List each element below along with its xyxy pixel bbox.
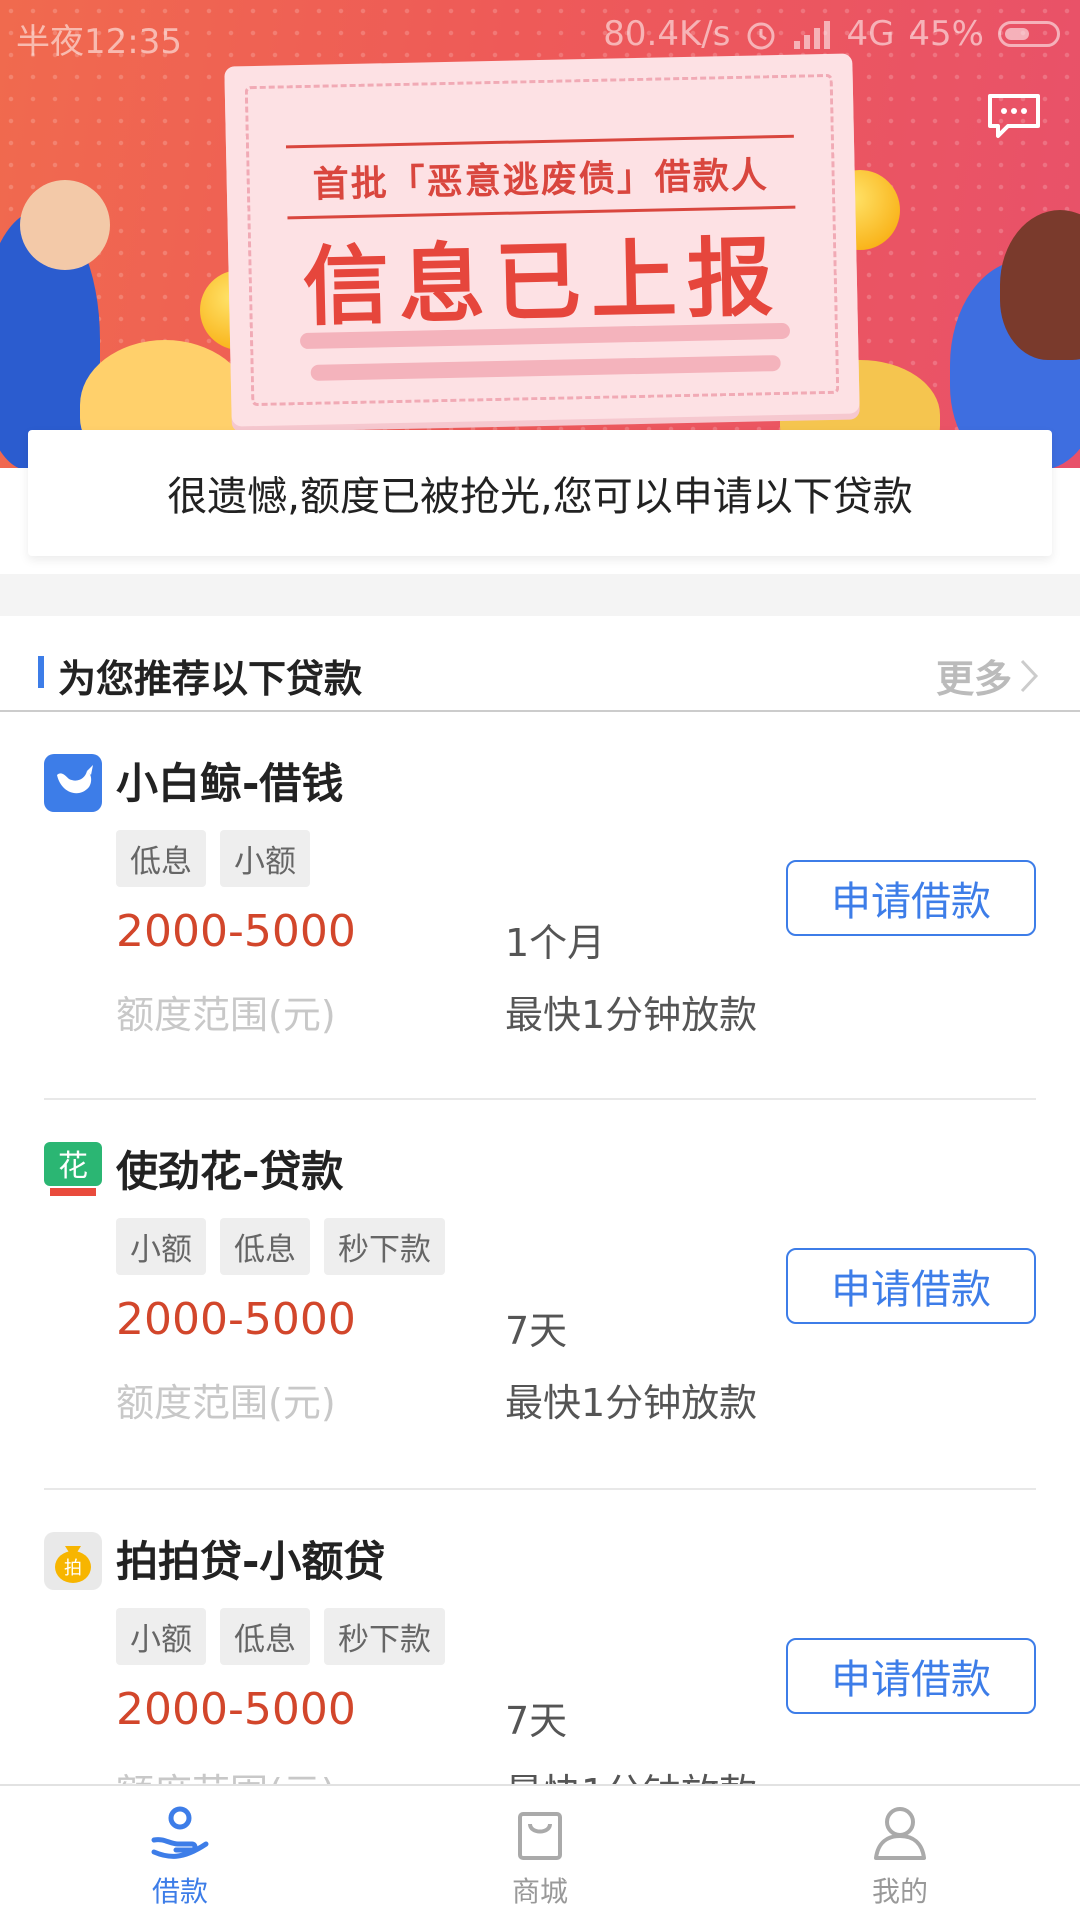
more-label: 更多 (935, 657, 1012, 701)
flower-app-icon: 花 (44, 1142, 102, 1200)
section-header: 为您推荐以下贷款 更多 (0, 616, 1080, 712)
promo-banner[interactable]: 首批「恶意逃废债」借款人 信息已上报 半夜12:35 80.4K/s 4G 45… (0, 0, 1080, 468)
apply-loan-button[interactable]: 申请借款 (786, 1638, 1036, 1714)
more-link[interactable]: 更多 (936, 648, 1040, 703)
battery-icon (998, 21, 1060, 47)
moneybag-app-icon: 拍 (44, 1532, 102, 1590)
loan-hand-icon (151, 1806, 209, 1859)
network-speed: 80.4K/s (603, 14, 731, 54)
tab-loan[interactable]: 借款 (0, 1786, 360, 1922)
loan-divider (44, 1098, 1036, 1100)
loan-tag: 秒下款 (324, 1218, 445, 1275)
tab-mall[interactable]: 商城 (360, 1786, 720, 1922)
loan-tag: 小额 (116, 1218, 206, 1275)
loan-name: 使劲花-贷款 (116, 1147, 344, 1196)
recommend-section: 为您推荐以下贷款 更多 小白鲸-借钱 低息 小额 2000-5000 额度范围(… (0, 616, 1080, 1784)
tab-mine[interactable]: 我的 (720, 1786, 1080, 1922)
loan-term: 1个月 (505, 921, 606, 965)
loan-item[interactable]: 拍 拍拍贷-小额贷 小额 低息 秒下款 2000-5000 额度范围(元) 7天… (0, 1488, 1080, 1784)
loan-divider (44, 1488, 1036, 1490)
tab-label: 商城 (511, 1875, 568, 1908)
whale-app-icon (44, 754, 102, 812)
loan-amount: 2000-5000 (116, 1294, 356, 1345)
tab-label: 我的 (871, 1875, 928, 1908)
loan-tag: 低息 (220, 1608, 310, 1665)
status-time: 半夜12:35 (16, 22, 182, 62)
svg-text:花: 花 (58, 1149, 88, 1184)
loan-tag: 小额 (116, 1608, 206, 1665)
person-head-left (20, 180, 110, 270)
bottom-nav: 借款 商城 我的 (0, 1784, 1080, 1922)
notice-card: 很遗憾,额度已被抢光,您可以申请以下贷款 (28, 430, 1052, 556)
svg-text:拍: 拍 (64, 1558, 82, 1579)
loan-tag: 秒下款 (324, 1608, 445, 1665)
loan-tag: 低息 (116, 830, 206, 887)
user-icon (874, 1807, 926, 1860)
loan-tag: 低息 (220, 1218, 310, 1275)
section-accent-bar (38, 656, 44, 688)
apply-loan-button[interactable]: 申请借款 (786, 860, 1036, 936)
network-type: 4G (846, 14, 895, 54)
status-right-group: 80.4K/s 4G 45% (603, 14, 1060, 54)
loan-term: 7天 (505, 1699, 568, 1743)
loan-term: 7天 (505, 1309, 568, 1353)
announcement-paper: 首批「恶意逃废债」借款人 信息已上报 (224, 53, 860, 427)
loan-speed: 最快1分钟放款 (505, 1762, 757, 1784)
loan-tag: 小额 (220, 830, 310, 887)
tab-label: 借款 (151, 1875, 208, 1908)
loan-tags: 小额 低息 秒下款 (116, 1218, 445, 1275)
notice-text: 很遗憾,额度已被抢光,您可以申请以下贷款 (167, 474, 913, 520)
loan-speed: 最快1分钟放款 (505, 1381, 758, 1425)
loan-item[interactable]: 小白鲸-借钱 低息 小额 2000-5000 额度范围(元) 1个月 最快1分钟… (0, 710, 1080, 1098)
loan-tags: 低息 小额 (116, 830, 310, 887)
status-bar: 半夜12:35 80.4K/s 4G 45% (0, 0, 1080, 66)
loan-amount-label: 额度范围(元) (116, 1381, 336, 1425)
chevron-right-icon (1020, 659, 1039, 692)
loan-name: 小白鲸-借钱 (116, 759, 344, 808)
loan-amount-label: 额度范围(元) (116, 1762, 336, 1784)
chat-bubble-icon[interactable] (986, 92, 1042, 140)
loan-amount: 2000-5000 (116, 906, 356, 957)
battery-percent: 45% (908, 14, 984, 54)
loan-amount-label: 额度范围(元) (116, 993, 336, 1037)
loan-amount: 2000-5000 (116, 1684, 356, 1735)
section-title: 为您推荐以下贷款 (58, 657, 363, 701)
apply-loan-button[interactable]: 申请借款 (786, 1248, 1036, 1324)
loan-tags: 小额 低息 秒下款 (116, 1608, 445, 1665)
shopping-bag-icon (518, 1812, 562, 1860)
loan-name: 拍拍贷-小额贷 (116, 1537, 386, 1586)
signal-icon (794, 21, 831, 49)
alarm-icon (747, 22, 775, 50)
loan-speed: 最快1分钟放款 (505, 993, 758, 1037)
loan-item[interactable]: 花 使劲花-贷款 小额 低息 秒下款 2000-5000 额度范围(元) 7天 … (0, 1098, 1080, 1486)
